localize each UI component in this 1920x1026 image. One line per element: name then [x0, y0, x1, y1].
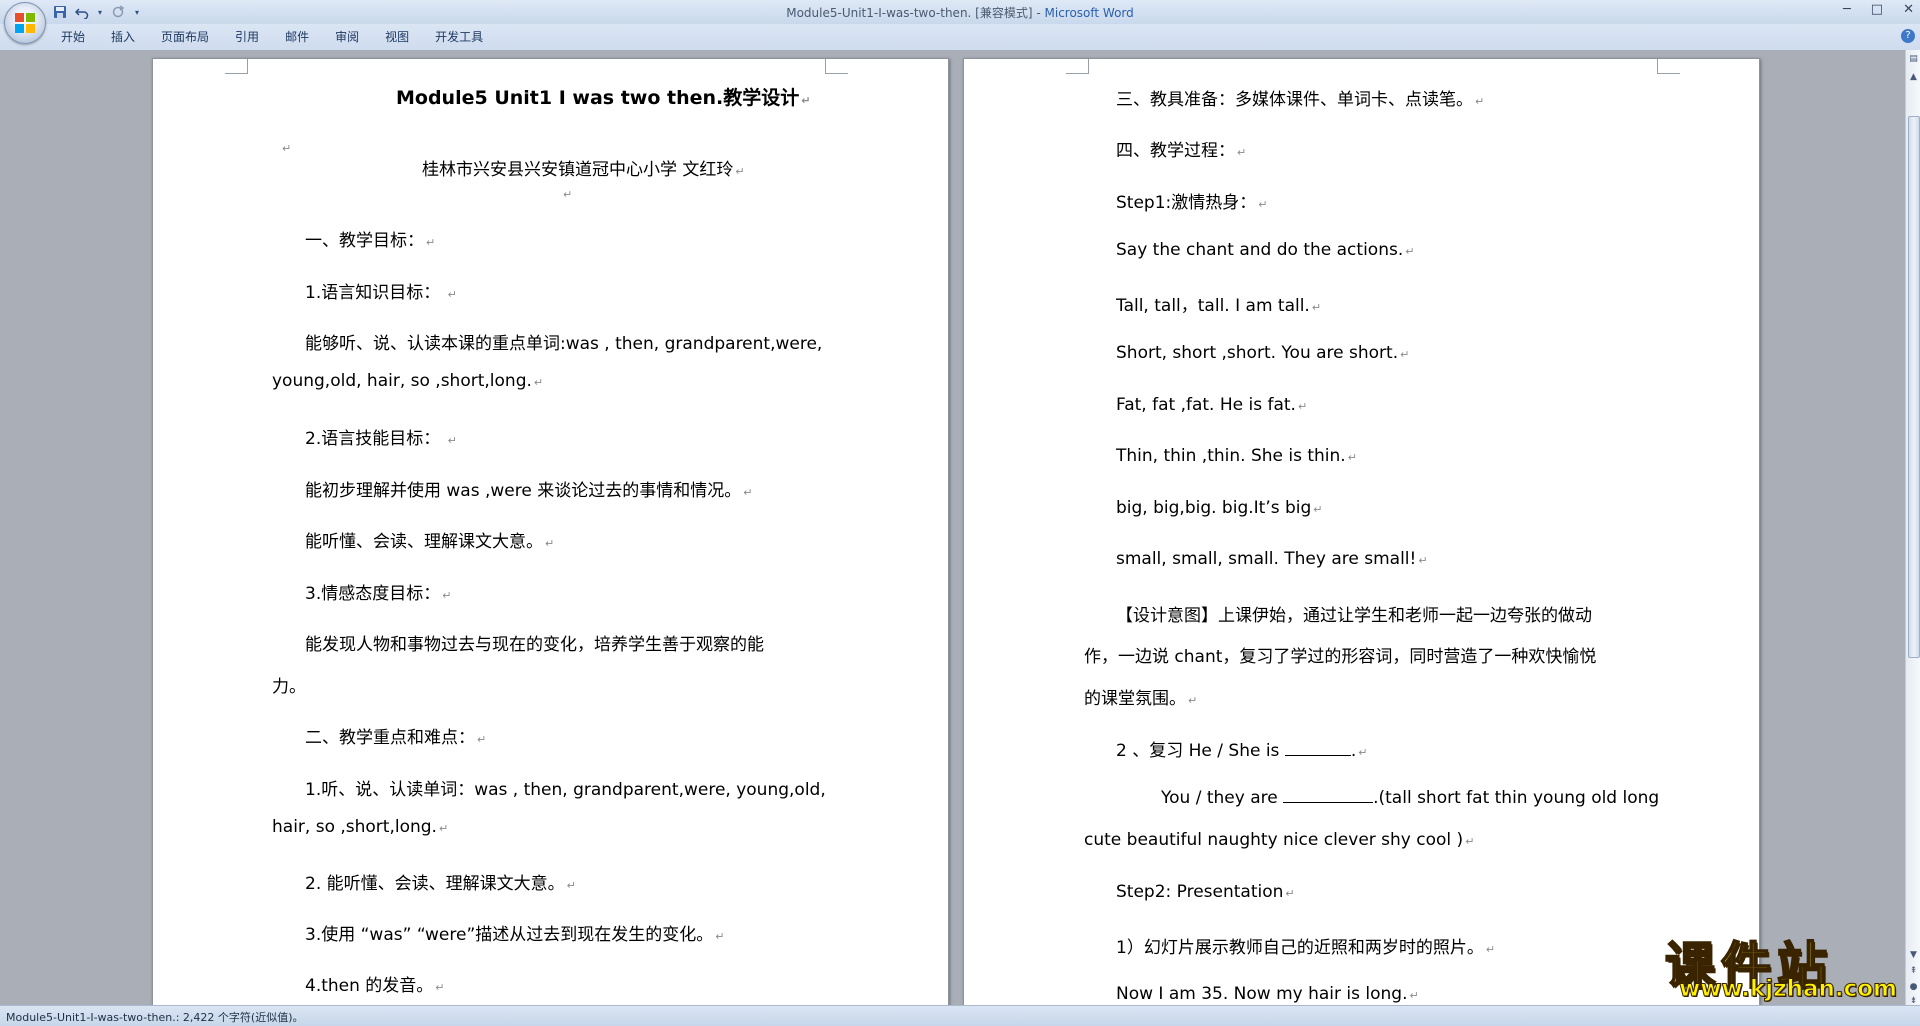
- paragraph: 力。: [272, 677, 306, 697]
- office-logo-icon: [15, 13, 35, 33]
- tab-developer[interactable]: 开发工具: [422, 29, 496, 45]
- paragraph: 2 、复习 He / She is . ↵: [1116, 741, 1368, 761]
- title-bar: ▾ ▾ Module5-Unit1-I-was-two-then. [兼容模式]…: [0, 0, 1920, 25]
- ribbon-tab-bar: 开始 插入 页面布局 引用 邮件 审阅 视图 开发工具 ?: [0, 24, 1920, 51]
- paragraph: Thin, thin ,thin. She is thin. ↵: [1116, 446, 1357, 466]
- maximize-icon[interactable]: □: [1871, 2, 1883, 17]
- paragraph: 4.then 的发音。 ↵: [305, 976, 445, 996]
- scrollbar-thumb[interactable]: [1908, 116, 1920, 658]
- help-icon[interactable]: ?: [1901, 29, 1915, 43]
- paragraph: 能够听、说、认读本课的重点单词:was , then, grandparent,…: [305, 334, 823, 354]
- window-title: Module5-Unit1-I-was-two-then. [兼容模式] - M…: [0, 4, 1920, 21]
- paragraph: big, big,big. big.It’s big ↵: [1116, 498, 1323, 518]
- paragraph: 2. 能听懂、会读、理解课文大意。 ↵: [305, 874, 576, 894]
- paragraph: 能听懂、会读、理解课文大意。 ↵: [305, 532, 555, 552]
- vertical-scrollbar[interactable]: ▤ ▲ ▼ ⇞ ● ⇟: [1905, 50, 1920, 1006]
- paragraph: hair, so ,short,long. ↵: [272, 817, 449, 837]
- paragraph: Fat, fat ,fat. He is fat. ↵: [1116, 395, 1308, 415]
- section-heading: 一、教学目标： ↵: [305, 231, 436, 251]
- tab-insert[interactable]: 插入: [98, 29, 148, 45]
- paragraph: 作，一边说 chant，复习了学过的形容词，同时营造了一种欢快愉悦: [1084, 647, 1597, 667]
- watermark-logo: 课件站 www.kjzhan.com: [1664, 926, 1915, 1012]
- paragraph: Tall, tall，tall. I am tall. ↵: [1116, 296, 1322, 316]
- ribbon-tabs: 开始 插入 页面布局 引用 邮件 审阅 视图 开发工具: [48, 29, 496, 45]
- paragraph: 的课堂氛围。 ↵: [1084, 689, 1198, 709]
- paragraph: 能初步理解并使用 was ,were 来谈论过去的事情和情况。 ↵: [305, 481, 753, 501]
- paragraph: 能发现人物和事物过去与现在的变化，培养学生善于观察的能: [305, 635, 764, 655]
- paragraph: 3.使用 “was” “were”描述从过去到现在发生的变化。 ↵: [305, 925, 725, 945]
- paragraph: 1）幻灯片展示教师自己的近照和两岁时的照片。 ↵: [1116, 938, 1496, 958]
- tab-view[interactable]: 视图: [372, 29, 422, 45]
- ruler-toggle-icon[interactable]: ▤: [1907, 52, 1920, 66]
- tab-references[interactable]: 引用: [222, 29, 272, 45]
- author-line: 桂林市兴安县兴安镇道冠中心小学 文红玲 ↵: [422, 160, 745, 180]
- paragraph: ↵: [282, 142, 292, 155]
- paragraph: Short, short ,short. You are short. ↵: [1116, 343, 1410, 363]
- paragraph: Now I am 35. Now my hair is long. ↵: [1116, 984, 1419, 1004]
- document-area: Module5 Unit1 I was two then.教学设计 ↵ ↵ 桂林市…: [0, 50, 1905, 1007]
- paragraph: 1.语言知识目标： ↵: [305, 283, 457, 303]
- office-button[interactable]: [4, 2, 46, 44]
- section-heading: 二、教学重点和难点： ↵: [305, 728, 487, 748]
- paragraph: Say the chant and do the actions. ↵: [1116, 240, 1415, 260]
- crop-mark: [825, 59, 848, 74]
- document-title: Module5 Unit1 I was two then.教学设计 ↵: [396, 87, 811, 109]
- paragraph: Step1:激情热身： ↵: [1116, 193, 1268, 213]
- tab-home[interactable]: 开始: [48, 29, 98, 45]
- close-icon[interactable]: ✕: [1903, 2, 1914, 17]
- crop-mark: [1657, 59, 1680, 74]
- paragraph: cute beautiful naughty nice clever shy c…: [1084, 830, 1475, 850]
- section-heading: 三、教具准备：多媒体课件、单词卡、点读笔。 ↵: [1116, 90, 1485, 110]
- window-title-app: Microsoft Word: [1044, 6, 1134, 20]
- paragraph: ↵: [563, 188, 573, 201]
- window-controls: ─ □ ✕: [1843, 2, 1914, 17]
- minimize-icon[interactable]: ─: [1843, 2, 1851, 17]
- paragraph: 3.情感态度目标： ↵: [305, 584, 452, 604]
- paragraph: Step2: Presentation ↵: [1116, 882, 1295, 902]
- paragraph: 1.听、说、认读单词：was , then, grandparent,were,…: [305, 780, 826, 800]
- section-heading: 四、教学过程： ↵: [1116, 141, 1247, 161]
- status-bar: Module5-Unit1-I-was-two-then.: 2,422 个字符…: [0, 1005, 1920, 1026]
- paragraph: 2.语言技能目标： ↵: [305, 429, 457, 449]
- scroll-up-icon[interactable]: ▲: [1907, 70, 1920, 84]
- document-page-right[interactable]: 三、教具准备：多媒体课件、单词卡、点读笔。 ↵ 四、教学过程： ↵ Step1:激情…: [963, 58, 1760, 1007]
- paragraph: You / they are .(tall short fat thin you…: [1161, 788, 1660, 808]
- tab-mailings[interactable]: 邮件: [272, 29, 322, 45]
- tab-page-layout[interactable]: 页面布局: [148, 29, 222, 45]
- window-title-document: Module5-Unit1-I-was-two-then. [兼容模式] -: [786, 6, 1045, 20]
- status-text: Module5-Unit1-I-was-two-then.: 2,422 个字符…: [6, 1011, 304, 1024]
- watermark-url: www.kjzhan.com: [1679, 976, 1898, 1003]
- paragraph: young,old, hair, so ,short,long. ↵: [272, 371, 544, 391]
- paragraph: 【设计意图】上课伊始，通过让学生和老师一起一边夸张的做动: [1116, 606, 1592, 626]
- document-page-left[interactable]: Module5 Unit1 I was two then.教学设计 ↵ ↵ 桂林市…: [152, 58, 949, 1007]
- tab-review[interactable]: 审阅: [322, 29, 372, 45]
- crop-mark: [1066, 59, 1089, 74]
- crop-mark: [225, 59, 248, 74]
- paragraph: small, small, small. They are small! ↵: [1116, 549, 1428, 569]
